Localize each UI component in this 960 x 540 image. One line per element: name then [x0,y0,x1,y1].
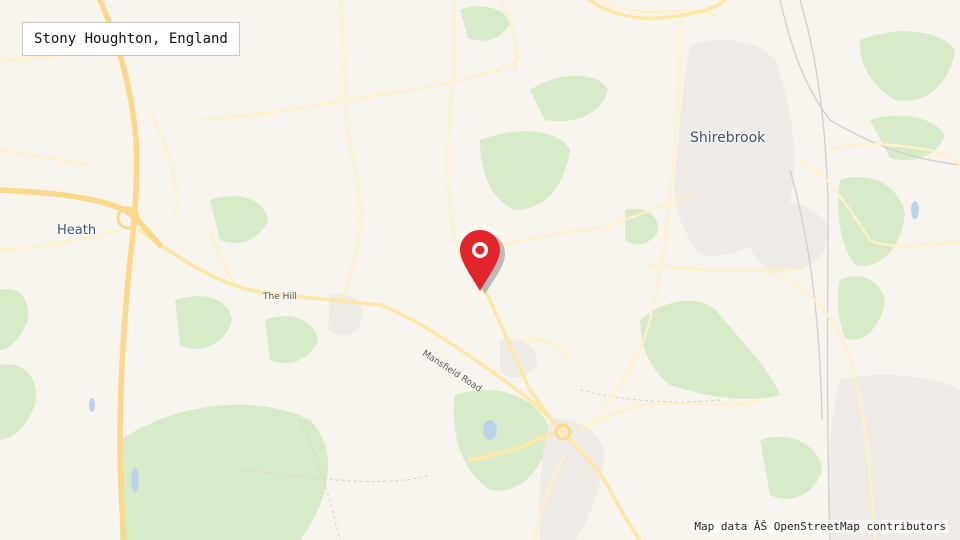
location-marker[interactable] [457,228,505,294]
map-attribution[interactable]: Map data ÂŠ OpenStreetMap contributors [692,520,948,533]
place-label-the-hill: The Hill [263,292,297,302]
place-label-heath: Heath [57,223,97,238]
map-pin-icon [460,230,505,294]
map-canvas[interactable]: Shirebrook Heath The Hill Mansfield Road… [0,0,960,540]
place-label-shirebrook: Shirebrook [690,130,766,146]
location-title: Stony Houghton, England [22,22,240,56]
